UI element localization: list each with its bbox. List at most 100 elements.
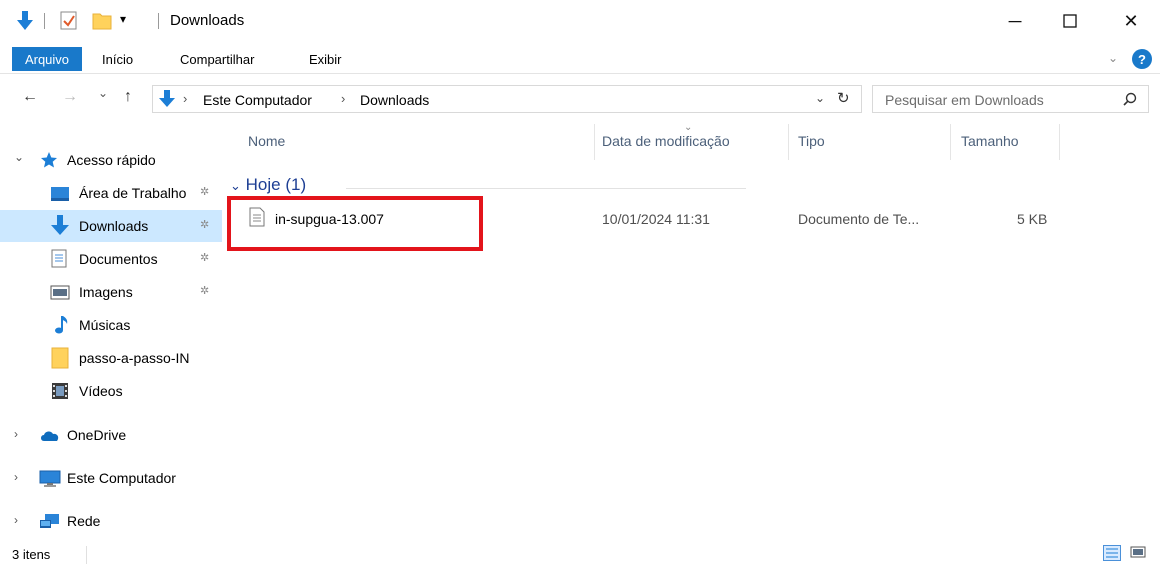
close-button[interactable]: ✕ xyxy=(1116,8,1146,34)
file-size: 5 KB xyxy=(1017,211,1048,227)
group-header-today[interactable]: ⌄ Hoje (1) xyxy=(230,175,306,195)
sidebar-item-this-pc[interactable]: › Este Computador xyxy=(0,462,222,494)
tab-view[interactable]: Exibir xyxy=(309,52,342,67)
pin-icon: ✲ xyxy=(200,252,210,264)
maximize-button[interactable] xyxy=(1055,8,1085,34)
column-header-type[interactable]: Tipo xyxy=(798,133,825,149)
address-bar[interactable]: › Este Computador › Downloads ⌄ ↻ xyxy=(152,85,862,113)
sidebar-item-quick-access[interactable]: ⌄ Acesso rápido xyxy=(0,144,222,176)
tab-file[interactable]: Arquivo xyxy=(12,47,82,71)
download-icon xyxy=(50,215,70,240)
file-list: Nome ⌄ Data de modificação Tipo Tamanho … xyxy=(222,120,1160,540)
navigation-pane: ⌄ Acesso rápido Área de Trabalho ✲ Downl… xyxy=(0,130,222,540)
sidebar-item-label: Rede xyxy=(67,513,101,529)
breadcrumb-downloads[interactable]: Downloads xyxy=(360,92,429,108)
documents-icon xyxy=(51,249,67,271)
forward-button[interactable]: → xyxy=(62,88,78,106)
expand-chevron[interactable]: › xyxy=(14,470,18,484)
column-divider[interactable] xyxy=(788,124,789,160)
desktop-icon xyxy=(50,186,70,205)
minimize-button[interactable]: ─ xyxy=(1000,8,1030,34)
sidebar-item-label: Documentos xyxy=(79,251,158,267)
refresh-button[interactable]: ↻ xyxy=(837,89,850,107)
sidebar-item-label: Imagens xyxy=(79,284,133,300)
sidebar-item-label: Downloads xyxy=(79,218,149,234)
sidebar-item-downloads[interactable]: Downloads ✲ xyxy=(0,210,222,242)
tab-home[interactable]: Início xyxy=(102,52,133,67)
sidebar-item-pictures[interactable]: Imagens ✲ xyxy=(0,276,222,308)
address-dropdown-button[interactable]: ⌄ xyxy=(815,91,825,105)
column-divider[interactable] xyxy=(950,124,951,160)
breadcrumb-separator: › xyxy=(341,91,346,106)
title-bar: ▾ Downloads ─ ✕ xyxy=(0,0,1160,44)
highlight-annotation-box xyxy=(227,196,483,251)
ribbon: Arquivo Início Compartilhar Exibir ⌄ ? xyxy=(0,44,1160,74)
back-button[interactable]: ← xyxy=(22,88,38,106)
folder-icon xyxy=(51,347,69,372)
sort-indicator-icon: ⌄ xyxy=(684,122,693,133)
expand-chevron[interactable]: › xyxy=(14,513,18,527)
file-type: Documento de Te... xyxy=(798,211,920,227)
sidebar-item-onedrive[interactable]: › OneDrive xyxy=(0,419,222,451)
help-button[interactable]: ? xyxy=(1132,49,1152,69)
status-divider xyxy=(86,546,87,564)
recent-locations-button[interactable]: ⌄ xyxy=(98,86,108,100)
expand-chevron[interactable]: › xyxy=(14,427,18,441)
sidebar-item-label: OneDrive xyxy=(67,427,127,443)
column-divider[interactable] xyxy=(594,124,595,160)
pin-icon: ✲ xyxy=(200,219,210,231)
sidebar-item-videos[interactable]: Vídeos xyxy=(0,375,222,407)
properties-check-icon[interactable] xyxy=(60,11,78,34)
computer-icon xyxy=(39,470,61,491)
breadcrumb-this-pc[interactable]: Este Computador xyxy=(203,92,312,108)
status-bar: 3 itens xyxy=(0,540,1160,566)
up-button[interactable]: ↑ xyxy=(124,88,132,106)
sidebar-item-passo-a-passo-in[interactable]: passo-a-passo-IN xyxy=(0,342,222,374)
new-folder-icon[interactable] xyxy=(92,11,112,34)
breadcrumb-separator: › xyxy=(183,91,188,106)
pictures-icon xyxy=(50,285,70,303)
sidebar-item-documents[interactable]: Documentos ✲ xyxy=(0,243,222,275)
large-icons-view-icon xyxy=(1130,546,1146,558)
search-icon[interactable] xyxy=(1123,92,1137,109)
collapse-chevron-icon[interactable]: ⌄ xyxy=(230,178,241,193)
column-header-name[interactable]: Nome xyxy=(248,133,285,149)
column-divider[interactable] xyxy=(1059,124,1060,160)
sidebar-item-label: Área de Trabalho xyxy=(79,185,187,201)
sidebar-item-label: Músicas xyxy=(79,317,131,333)
star-icon xyxy=(40,151,58,172)
customize-toolbar-dropdown[interactable]: ▾ xyxy=(120,12,126,26)
large-icons-view-button[interactable] xyxy=(1130,545,1148,561)
window-title: Downloads xyxy=(170,12,245,29)
column-header-date[interactable]: Data de modificação xyxy=(602,133,730,149)
group-divider xyxy=(346,188,746,189)
item-count: 3 itens xyxy=(12,547,51,562)
download-arrow-icon[interactable] xyxy=(16,10,34,35)
pin-icon: ✲ xyxy=(200,186,210,198)
sidebar-item-music[interactable]: Músicas xyxy=(0,309,222,341)
music-icon xyxy=(53,315,69,338)
videos-icon xyxy=(51,382,69,403)
column-header-size[interactable]: Tamanho xyxy=(961,133,1019,149)
sidebar-item-label: Vídeos xyxy=(79,383,123,399)
details-view-button[interactable] xyxy=(1103,545,1121,561)
network-icon xyxy=(39,512,61,533)
maximize-icon xyxy=(1063,14,1077,28)
sidebar-item-label: Este Computador xyxy=(67,470,176,486)
group-label: Hoje (1) xyxy=(245,175,307,194)
sidebar-item-network[interactable]: › Rede xyxy=(0,505,222,537)
sidebar-item-label: Acesso rápido xyxy=(67,152,156,168)
expand-chevron[interactable]: ⌄ xyxy=(14,150,24,164)
expand-ribbon-button[interactable]: ⌄ xyxy=(1108,51,1118,65)
file-modified-date: 10/01/2024 11:31 xyxy=(602,211,710,227)
sidebar-item-desktop[interactable]: Área de Trabalho ✲ xyxy=(0,177,222,209)
search-placeholder: Pesquisar em Downloads xyxy=(885,92,1044,108)
cloud-icon xyxy=(39,429,61,445)
tab-share[interactable]: Compartilhar xyxy=(180,52,254,67)
details-view-icon xyxy=(1106,548,1118,558)
sidebar-item-label: passo-a-passo-IN xyxy=(79,350,190,366)
downloads-location-icon xyxy=(159,90,175,112)
toolbar-divider xyxy=(158,13,159,29)
toolbar-divider xyxy=(44,13,45,29)
search-box[interactable]: Pesquisar em Downloads xyxy=(872,85,1149,113)
